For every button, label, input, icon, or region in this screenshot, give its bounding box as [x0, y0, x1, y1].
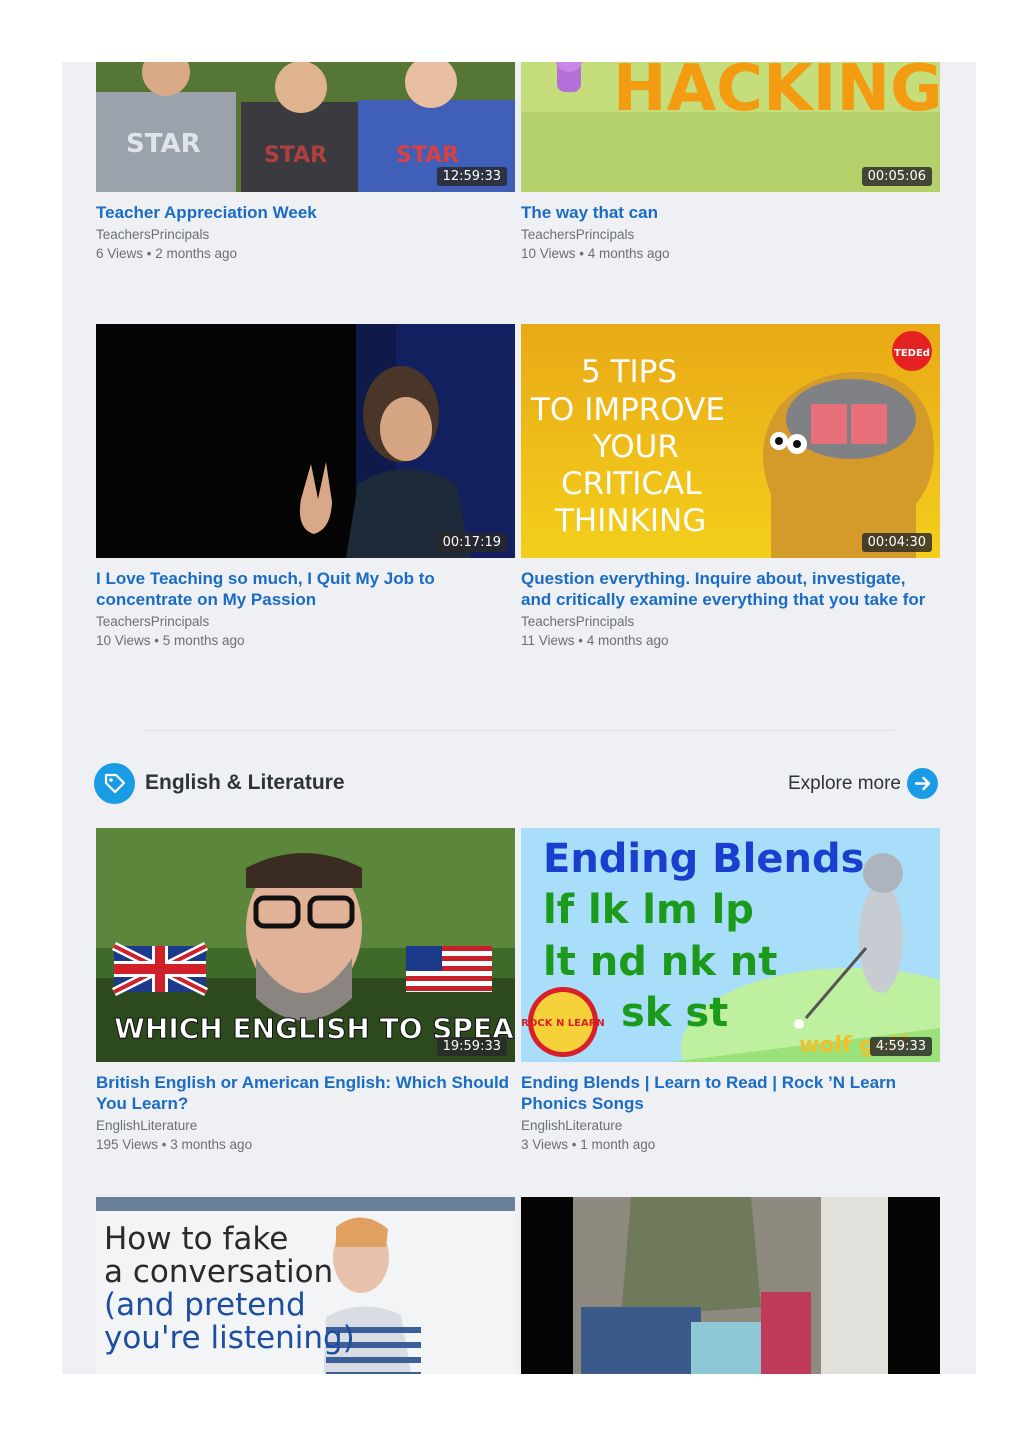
video-card[interactable]: TEDEd 5 TIPS TO IMPROVE YOUR CRITICAL TH… [521, 324, 940, 650]
content-panel: STAR STAR STAR 12:59:33 Teacher Apprecia… [62, 62, 976, 1374]
arrow-right-icon [907, 768, 938, 799]
explore-more-label: Explore more [788, 772, 901, 794]
video-card[interactable]: WHICH ENGLISH TO SPEAK? 19:59:33 British… [96, 828, 515, 1154]
explore-more-link[interactable]: Explore more [788, 768, 938, 799]
svg-text:lf lk lm lp: lf lk lm lp [543, 887, 754, 933]
duration-badge: 00:17:19 [436, 533, 507, 552]
video-meta: 195 Views • 3 months ago [96, 1137, 253, 1152]
svg-text:How to fake: How to fake [104, 1221, 288, 1257]
video-meta: 10 Views • 4 months ago [521, 246, 670, 261]
video-meta: 6 Views • 2 months ago [96, 246, 238, 261]
video-meta: 10 Views • 5 months ago [96, 633, 245, 648]
video-title[interactable]: British English or American English: Whi… [96, 1072, 515, 1114]
svg-text:(and pretend: (and pretend [104, 1287, 306, 1323]
svg-text:ROCK N LEARN: ROCK N LEARN [521, 1018, 605, 1029]
svg-text:sk st: sk st [621, 990, 728, 1036]
duration-badge: 12:59:33 [436, 167, 507, 186]
uk-flag-icon [111, 941, 209, 997]
video-title[interactable]: I Love Teaching so much, I Quit My Job t… [96, 568, 515, 610]
svg-text:a conversation: a conversation [104, 1254, 333, 1290]
svg-text:TEDEd: TEDEd [894, 348, 930, 359]
video-meta: 3 Views • 1 month ago [521, 1137, 656, 1152]
video-thumbnail[interactable]: WHICH ENGLISH TO SPEAK? 19:59:33 [96, 828, 515, 1062]
video-thumbnail[interactable] [521, 1197, 940, 1374]
section-divider [144, 730, 894, 731]
duration-badge: 4:59:33 [869, 1037, 932, 1056]
thumbnail-image: TEDEd 5 TIPS TO IMPROVE YOUR CRITICAL TH… [521, 324, 940, 558]
thumbnail-image [521, 1197, 940, 1374]
category-title: English & Literature [145, 771, 345, 794]
duration-badge: 00:04:30 [861, 533, 932, 552]
video-card[interactable]: How to fake a conversation (and pretend … [96, 1197, 515, 1374]
svg-text:STAR: STAR [264, 143, 327, 168]
video-thumbnail[interactable]: TEDEd 5 TIPS TO IMPROVE YOUR CRITICAL TH… [521, 324, 940, 558]
video-card[interactable] [521, 1197, 940, 1374]
channel-name[interactable]: TeachersPrincipals [96, 613, 515, 631]
video-title[interactable]: Teacher Appreciation Week [96, 202, 515, 223]
tag-icon [94, 763, 135, 804]
svg-text:STAR: STAR [396, 143, 459, 168]
video-title[interactable]: Question everything. Inquire about, inve… [521, 568, 940, 610]
video-card[interactable]: 00:17:19 I Love Teaching so much, I Quit… [96, 324, 515, 650]
thumbnail-image: WHICH ENGLISH TO SPEAK? [96, 828, 515, 1062]
video-card[interactable]: Ending Blends lf lk lm lp lt nd nk nt sk… [521, 828, 940, 1154]
channel-name[interactable]: EnglishLiterature [521, 1117, 940, 1135]
video-thumbnail[interactable]: HACKING 00:05:06 [521, 62, 940, 192]
svg-text:STAR: STAR [126, 129, 201, 159]
svg-text:CRITICAL: CRITICAL [561, 466, 702, 502]
thumbnail-image: How to fake a conversation (and pretend … [96, 1197, 515, 1374]
video-thumbnail[interactable]: How to fake a conversation (and pretend … [96, 1197, 515, 1374]
svg-text:you're listening): you're listening) [104, 1320, 355, 1356]
duration-badge: 00:05:06 [861, 167, 932, 186]
video-thumbnail[interactable]: Ending Blends lf lk lm lp lt nd nk nt sk… [521, 828, 940, 1062]
thumbnail-image: Ending Blends lf lk lm lp lt nd nk nt sk… [521, 828, 940, 1062]
video-card[interactable]: STAR STAR STAR 12:59:33 Teacher Apprecia… [96, 62, 515, 263]
video-card[interactable]: HACKING 00:05:06 The way that can Teache… [521, 62, 940, 263]
svg-text:YOUR: YOUR [592, 429, 679, 465]
thumbnail-image [96, 324, 515, 558]
video-meta: 11 Views • 4 months ago [521, 633, 669, 648]
us-flag-icon [406, 946, 492, 992]
svg-text:TO IMPROVE: TO IMPROVE [530, 392, 725, 428]
svg-text:THINKING: THINKING [554, 503, 706, 539]
svg-text:lt nd nk nt: lt nd nk nt [543, 939, 777, 985]
video-title[interactable]: The way that can [521, 202, 940, 223]
video-title[interactable]: Ending Blends | Learn to Read | Rock ’N … [521, 1072, 940, 1114]
channel-name[interactable]: TeachersPrincipals [521, 613, 940, 631]
svg-text:Ending Blends: Ending Blends [543, 836, 864, 882]
duration-badge: 19:59:33 [436, 1037, 507, 1056]
video-thumbnail[interactable]: STAR STAR STAR 12:59:33 [96, 62, 515, 192]
video-thumbnail[interactable]: 00:17:19 [96, 324, 515, 558]
channel-name[interactable]: EnglishLiterature [96, 1117, 515, 1135]
svg-text:5 TIPS: 5 TIPS [581, 354, 677, 390]
svg-text:HACKING: HACKING [613, 62, 940, 126]
channel-name[interactable]: TeachersPrincipals [521, 226, 940, 244]
channel-name[interactable]: TeachersPrincipals [96, 226, 515, 244]
